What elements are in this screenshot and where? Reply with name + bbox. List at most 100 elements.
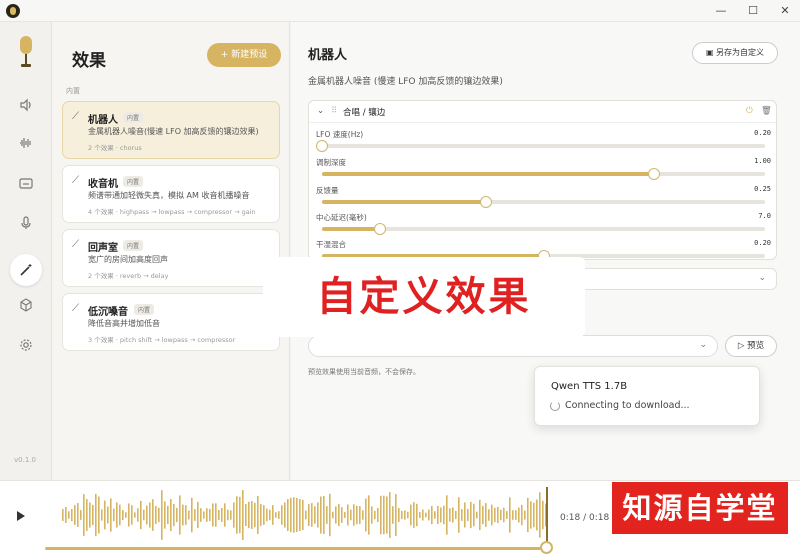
- subtitle-icon[interactable]: [14, 174, 38, 198]
- waveform-bar: [485, 503, 487, 527]
- preset-card-deep[interactable]: ⟋ 低沉嗓音 内置 降低音高并增加低音 3 个效果 · pitch shift …: [62, 293, 280, 351]
- waveform-bar: [338, 504, 340, 526]
- microphone-icon[interactable]: [14, 214, 38, 238]
- save-as-custom-label: 另存为自定义: [716, 48, 765, 57]
- preset-meta: 4 个效果 · highpass → lowpass → compressor …: [88, 208, 256, 216]
- waveform-bar: [497, 506, 499, 524]
- new-preset-button[interactable]: + 新建预设: [207, 43, 281, 67]
- builtin-badge: 内置: [134, 304, 155, 315]
- waveform-bar: [182, 504, 184, 526]
- preset-desc: 金属机器人噪音(慢速 LFO 加高反馈的镶边效果): [88, 127, 259, 136]
- waveform-bar: [128, 503, 130, 527]
- param-slider[interactable]: [322, 196, 765, 208]
- waveform-bar: [71, 508, 73, 522]
- waveform-bar: [161, 490, 163, 540]
- waveform-bar: [245, 503, 247, 527]
- progress-bar[interactable]: [45, 547, 547, 550]
- magic-wand-icon: ⟋: [72, 239, 79, 250]
- waveform-bar: [422, 509, 424, 521]
- cube-icon[interactable]: [14, 296, 38, 320]
- preset-meta: 2 个效果 · reverb → delay: [88, 272, 169, 280]
- waveform-bar: [335, 506, 337, 524]
- waveform-bar: [155, 505, 157, 525]
- waveform-bar: [185, 505, 187, 525]
- chevron-down-icon: ⌄: [758, 273, 766, 283]
- waveform-bar: [302, 499, 304, 531]
- waveform-bar: [212, 503, 214, 527]
- download-toast: Qwen TTS 1.7B Connecting to download...: [534, 366, 760, 426]
- slider-knob[interactable]: [479, 196, 492, 208]
- waveform-bar: [200, 508, 202, 522]
- waveform-bar: [482, 505, 484, 525]
- slider-knob[interactable]: [648, 168, 661, 180]
- param-slider[interactable]: [322, 168, 765, 180]
- slider-fill: [322, 227, 380, 231]
- slider-knob[interactable]: [316, 140, 328, 152]
- waveform-bar: [203, 511, 205, 519]
- waveform[interactable]: [60, 487, 548, 543]
- magic-wand-icon[interactable]: [10, 254, 42, 286]
- param-label: LFO 速度(Hz): [316, 130, 364, 139]
- waveform-bar: [518, 507, 520, 523]
- preset-desc: 频谱带通加轻微失真，模拟 AM 收音机播噪音: [88, 191, 250, 200]
- preview-button[interactable]: ▷ 预览: [725, 335, 777, 357]
- minimize-button[interactable]: —: [712, 2, 730, 20]
- progress-knob[interactable]: [540, 541, 553, 554]
- waveform-bar: [395, 494, 397, 536]
- preset-card-radio[interactable]: ⟋ 收音机 内置 频谱带通加轻微失真，模拟 AM 收音机播噪音 4 个效果 · …: [62, 165, 280, 223]
- waveform-bar: [230, 510, 232, 520]
- waveform-bar: [524, 510, 526, 520]
- play-button[interactable]: [17, 511, 25, 521]
- param-slider[interactable]: [316, 140, 765, 152]
- waveform-bar: [107, 506, 109, 524]
- waveform-bar: [332, 511, 334, 519]
- waveform-bar: [134, 512, 136, 518]
- waveform-bar: [146, 505, 148, 525]
- waveform-bar: [206, 508, 208, 522]
- magic-wand-icon: ⟋: [72, 175, 79, 186]
- waveform-bar: [233, 502, 235, 528]
- waveform-bar: [473, 503, 475, 527]
- waveform-bar: [251, 501, 253, 529]
- preset-desc: 宽广的房间加高度回声: [88, 255, 168, 264]
- param-slider[interactable]: [322, 223, 765, 235]
- param-value: 0.20: [754, 239, 771, 247]
- playhead: [546, 487, 548, 543]
- waveform-bar: [533, 502, 535, 528]
- slider-knob[interactable]: [373, 223, 386, 235]
- preset-name: 机器人: [88, 115, 118, 126]
- waveform-bar: [164, 501, 166, 529]
- panel-title: 效果: [72, 51, 106, 71]
- speaker-icon[interactable]: [14, 96, 38, 120]
- preset-card-echo[interactable]: ⟋ 回声室 内置 宽广的房间加高度回声 2 个效果 · reverb → del…: [62, 229, 280, 287]
- close-button[interactable]: ✕: [776, 2, 794, 20]
- drag-handle-icon[interactable]: ⠿: [331, 106, 337, 116]
- maximize-button[interactable]: ☐: [744, 2, 762, 20]
- trash-icon[interactable]: 🗑: [761, 106, 772, 116]
- waveform-bar: [293, 497, 295, 533]
- waveform-bar: [308, 504, 310, 526]
- save-as-custom-button[interactable]: ▣ 另存为自定义: [692, 42, 778, 64]
- preset-meta: 2 个效果 · chorus: [88, 144, 142, 152]
- waveform-bar: [476, 511, 478, 519]
- waveform-icon[interactable]: [14, 134, 38, 158]
- waveform-bar: [266, 508, 268, 522]
- preset-meta: 3 个效果 · pitch shift → lowpass → compress…: [88, 336, 236, 344]
- chevron-down-icon[interactable]: ⌄: [317, 106, 324, 116]
- waveform-bar: [65, 506, 67, 524]
- param-mod-depth: 调制深度 1.00: [316, 157, 771, 185]
- waveform-bar: [467, 508, 469, 522]
- builtin-badge: 内置: [123, 176, 144, 187]
- save-icon: ▣: [705, 48, 717, 57]
- waveform-bar: [260, 504, 262, 526]
- power-icon[interactable]: ⏻: [746, 106, 753, 116]
- waveform-bar: [362, 510, 364, 520]
- preview-voice-select[interactable]: ⌄: [308, 335, 718, 357]
- waveform-bar: [371, 506, 373, 524]
- preset-card-robot[interactable]: ⟋ 机器人 内置 金属机器人噪音(慢速 LFO 加高反馈的镶边效果) 2 个效果…: [62, 101, 280, 159]
- waveform-bar: [515, 510, 517, 520]
- nav-rail: v0.1.0: [0, 22, 52, 480]
- gear-icon[interactable]: [14, 336, 38, 360]
- waveform-bar: [383, 495, 385, 535]
- waveform-bar: [89, 502, 91, 528]
